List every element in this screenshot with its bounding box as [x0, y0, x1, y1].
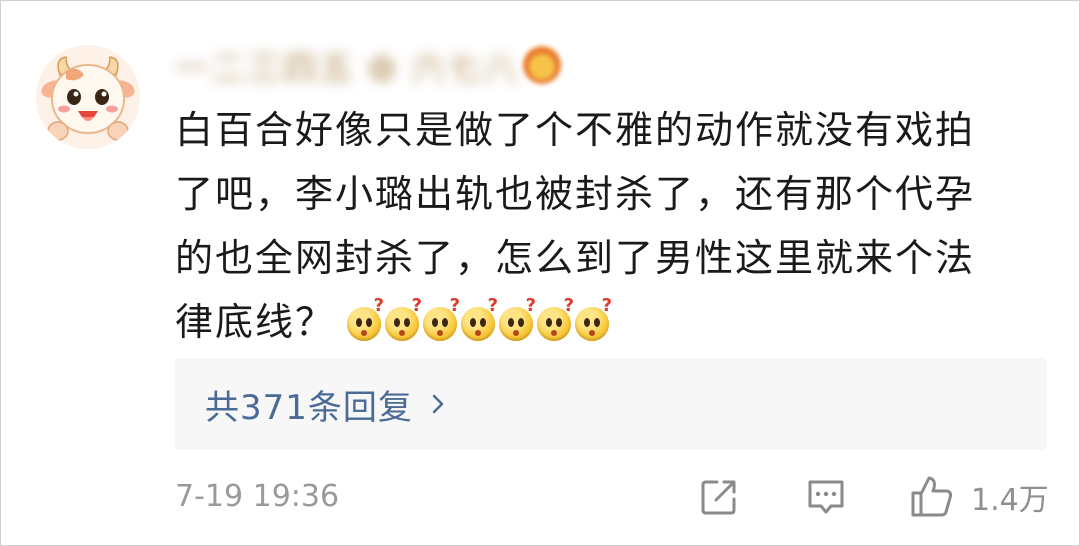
thinking-question-emoji-icon: ?	[423, 297, 460, 341]
comment-icon	[808, 480, 844, 514]
chevron-right-icon	[432, 394, 444, 414]
thinking-question-emoji-icon: ?	[385, 297, 422, 341]
replies-count-label[interactable]: 共371条回复	[205, 380, 413, 429]
username[interactable]: 一二三四五 ✿ 六七八	[175, 41, 562, 90]
user-avatar[interactable]	[36, 45, 140, 149]
comment-last-line: 律底线？ ? ? ? ? ? ? ?	[175, 290, 1035, 354]
thumbs-up-icon	[911, 476, 953, 517]
comment-line: 律底线？	[175, 300, 336, 344]
view-replies-link[interactable]: 共371条回复	[205, 358, 449, 450]
share-icon	[701, 480, 736, 515]
like-count: 1.4万	[971, 483, 1049, 518]
comment-button[interactable]	[805, 473, 847, 521]
like-button[interactable]: 1.4万	[909, 473, 1049, 521]
thinking-question-emoji-icon: ?	[537, 297, 574, 341]
comment-line: 了吧，李小璐出轨也被封杀了，还有那个代孕	[175, 172, 976, 216]
comment-timestamp: 7-19 19:36	[175, 479, 340, 514]
replies-box[interactable]: 共371条回复	[175, 358, 1047, 450]
thinking-question-emoji-icon: ?	[499, 297, 536, 341]
share-button[interactable]	[699, 473, 739, 521]
thinking-question-emoji-icon: ?	[575, 297, 612, 341]
username-text[interactable]: 一二三四五 ✿ 六七八	[175, 41, 519, 90]
cartoon-cow-avatar-icon	[36, 45, 140, 149]
thinking-question-emoji-icon: ?	[461, 297, 498, 341]
emoji-row: ? ? ? ? ? ? ?	[347, 297, 612, 341]
comment-body: 白百合好像只是做了个不雅的动作就没有戏拍 了吧，李小璐出轨也被封杀了，还有那个代…	[175, 98, 1035, 354]
thinking-question-emoji-icon: ?	[347, 297, 384, 341]
user-badge-icon	[523, 46, 562, 84]
comment-line: 白百合好像只是做了个不雅的动作就没有戏拍	[175, 108, 976, 152]
comment-card: 一二三四五 ✿ 六七八 白百合好像只是做了个不雅的动作就没有戏拍 了吧，李小璐出…	[0, 0, 1080, 546]
comment-line: 的也全网封杀了，怎么到了男性这里就来个法	[175, 236, 976, 280]
